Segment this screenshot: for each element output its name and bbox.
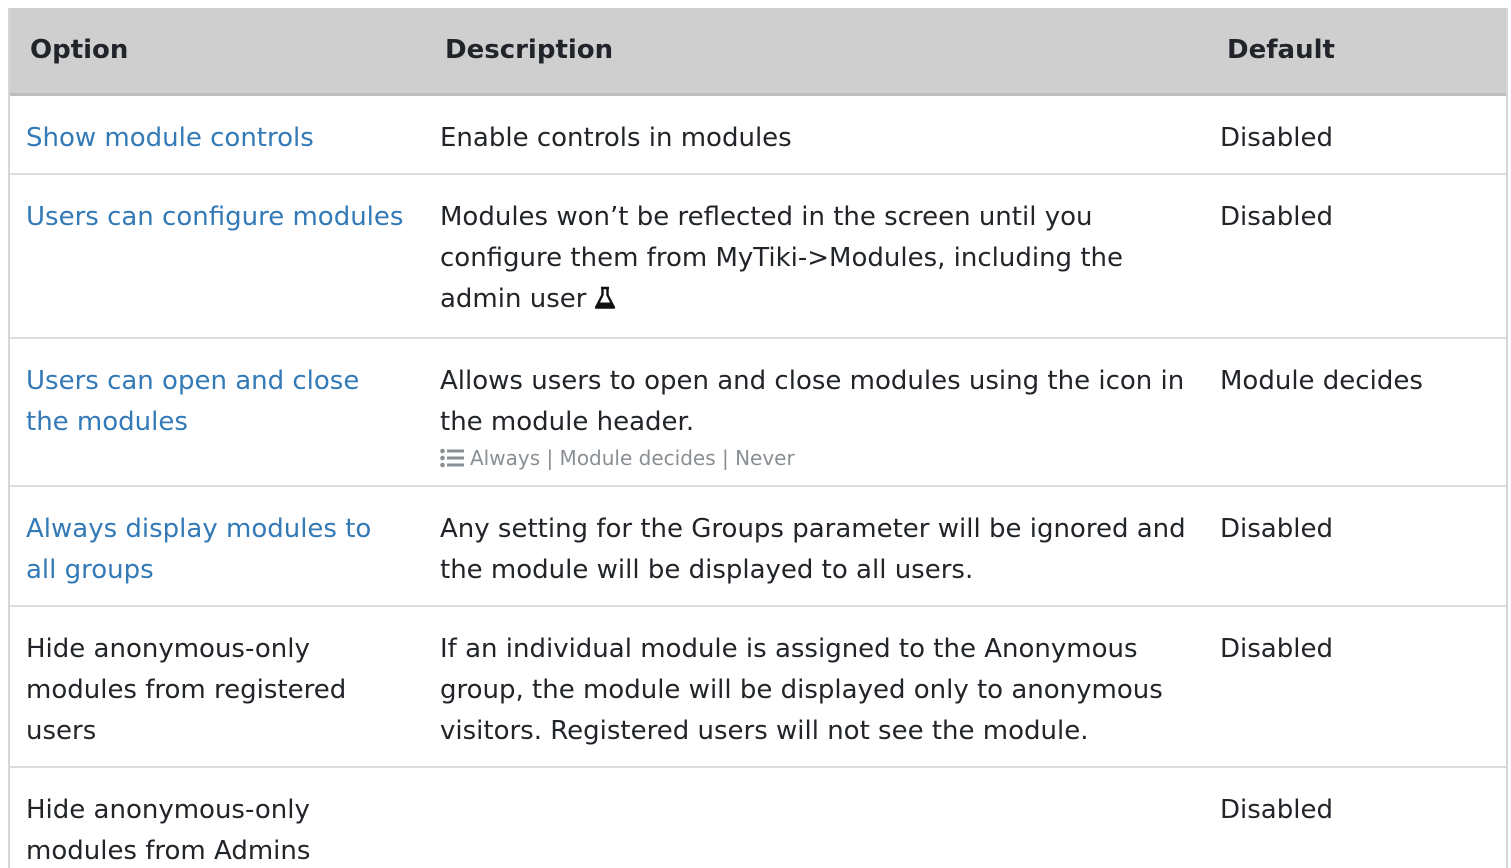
- option-link-always-display-modules-to-all-groups[interactable]: Always display modules to all groups: [26, 514, 371, 585]
- description-cell: Allows users to open and close modules u…: [422, 337, 1212, 487]
- default-cell: Disabled: [1212, 485, 1506, 607]
- column-header-description: Description: [422, 8, 1212, 96]
- option-cell: Hide anonymous-only modules from registe…: [10, 605, 422, 768]
- option-link-show-module-controls[interactable]: Show module controls: [26, 123, 314, 153]
- description-cell: If an individual module is assigned to t…: [422, 605, 1212, 768]
- description-text: Allows users to open and close modules u…: [440, 365, 1185, 437]
- table-row: Hide anonymous-only modules from registe…: [10, 605, 1506, 768]
- preferences-table: Option Description Default Show module c…: [10, 8, 1506, 868]
- table-row: Hide anonymous-only modules from Admins …: [10, 766, 1506, 868]
- description-cell: Any setting for the Groups parameter wil…: [422, 485, 1212, 607]
- flask-icon: [594, 282, 616, 323]
- option-cell: Hide anonymous-only modules from Admins: [10, 766, 422, 868]
- option-cell: Users can configure modules: [10, 173, 422, 339]
- table-row: Always display modules to all groups Any…: [10, 485, 1506, 607]
- description-cell: Modules won’t be reflected in the screen…: [422, 173, 1212, 339]
- default-cell: Disabled: [1212, 766, 1506, 868]
- default-cell: Disabled: [1212, 173, 1506, 339]
- option-cell: Users can open and close the modules: [10, 337, 422, 487]
- option-link-users-can-open-and-close-modules[interactable]: Users can open and close the modules: [26, 366, 359, 437]
- description-cell: Enable controls in modules: [422, 94, 1212, 175]
- column-header-default: Default: [1212, 8, 1506, 96]
- default-cell: Disabled: [1212, 94, 1506, 175]
- column-header-option: Option: [10, 8, 422, 96]
- table-row: Show module controls Enable controls in …: [10, 94, 1506, 175]
- table-row: Users can configure modules Modules won’…: [10, 173, 1506, 339]
- option-cell: Always display modules to all groups: [10, 485, 422, 607]
- description-text: Modules won’t be reflected in the screen…: [440, 201, 1123, 314]
- option-cell: Show module controls: [10, 94, 422, 175]
- option-link-users-can-configure-modules[interactable]: Users can configure modules: [26, 202, 403, 232]
- default-cell: Disabled: [1212, 605, 1506, 768]
- available-options-text: Always | Module decides | Never: [470, 445, 795, 470]
- list-icon: [440, 448, 464, 468]
- table-row: Users can open and close the modules All…: [10, 337, 1506, 487]
- table-header-row: Option Description Default: [10, 8, 1506, 96]
- default-cell: Module decides: [1212, 337, 1506, 487]
- description-cell: [422, 766, 1212, 868]
- available-options: Always | Module decides | Never: [440, 445, 1204, 471]
- preferences-table-container: Option Description Default Show module c…: [8, 8, 1508, 868]
